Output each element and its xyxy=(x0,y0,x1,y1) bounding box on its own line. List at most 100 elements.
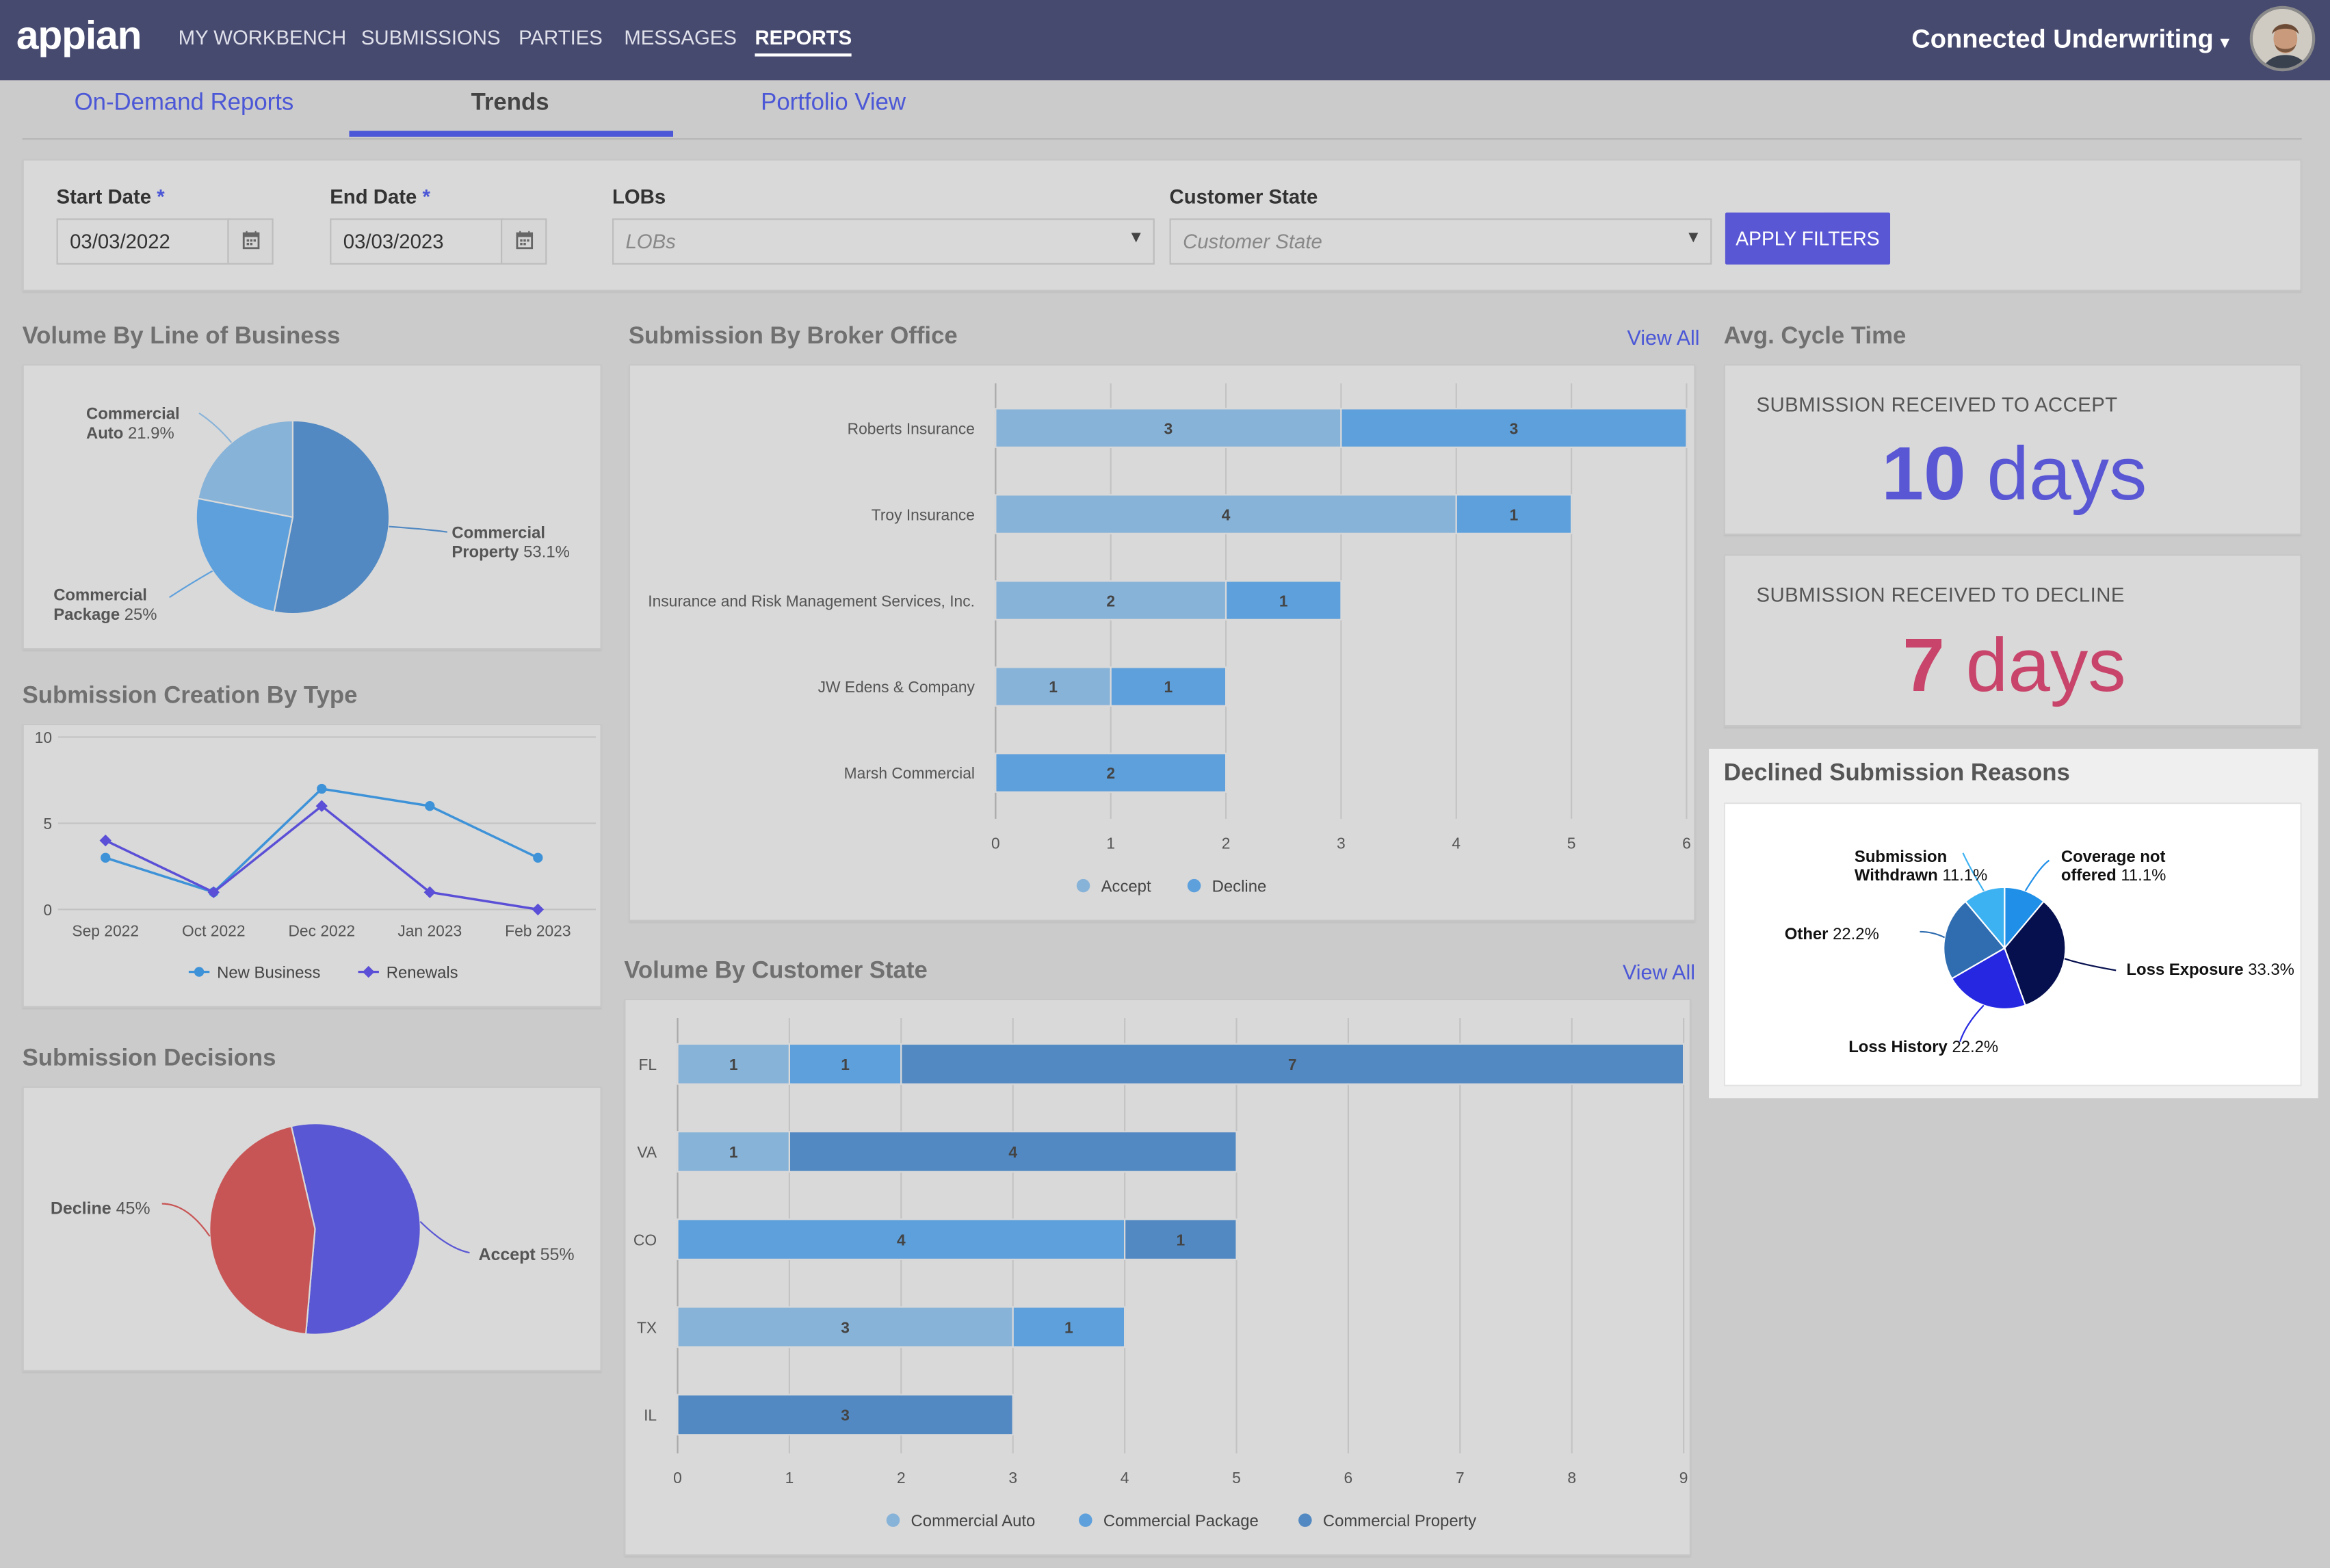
end-date-input[interactable]: 03/03/2023 xyxy=(330,218,504,265)
x-tick-label: 0 xyxy=(991,834,1000,852)
data-point xyxy=(425,801,435,811)
submission-creation-title: Submission Creation By Type xyxy=(22,683,358,709)
start-date-picker-button[interactable] xyxy=(227,218,274,265)
decline-days-number: 7 xyxy=(1902,623,1945,707)
bar-value-label: 1 xyxy=(1279,592,1288,610)
x-tick-label: 2 xyxy=(897,1469,906,1487)
category-label: FL xyxy=(639,1056,657,1073)
accept-days-unit: days xyxy=(1987,430,2147,516)
bar-value-label: 4 xyxy=(1008,1143,1017,1161)
pie-leader-line xyxy=(419,1220,470,1254)
category-label: IL xyxy=(644,1407,657,1424)
tab-portfolio-view[interactable]: Portfolio View xyxy=(761,91,906,118)
customer-state-label: Customer State xyxy=(1169,185,1318,209)
data-point xyxy=(317,783,327,794)
legend-marker xyxy=(194,967,205,977)
declined-reasons-card: Coverage not offered 11.1% Loss Exposure 3… xyxy=(1723,802,2302,1086)
pie-leader-line xyxy=(389,525,447,533)
legend-label: Decline xyxy=(1212,877,1267,896)
bar-value-label: 1 xyxy=(1176,1231,1185,1249)
bar-value-label: 7 xyxy=(1288,1056,1297,1073)
pie-leader-line xyxy=(169,570,213,599)
x-tick-label: 5 xyxy=(1567,834,1576,852)
volume-by-lob-pie-chart: Commercial Property 53.1% Commercial Packag… xyxy=(53,405,570,624)
nav-messages[interactable]: MESSAGES xyxy=(624,27,737,49)
bar-value-label: 1 xyxy=(729,1056,738,1073)
chevron-down-icon: ▼ xyxy=(1685,228,1702,247)
calendar-icon xyxy=(516,231,534,250)
customer-state-bar-chart: 0 1 2 3 4 5 6 7 8 9 FL 1 1 7 VA 1 4 CO 4 1 TX 3 1 IL 3 Commercial… xyxy=(633,1017,1688,1530)
decline-cycle-card: SUBMISSION RECEIVED TO DECLINE 7 days xyxy=(1723,554,2303,727)
customer-state-card: 0 1 2 3 4 5 6 7 8 9 FL 1 1 7 VA 1 4 CO 4 1 TX 3 1 IL 3 Commercial… xyxy=(624,998,1691,1556)
pie-leader-line xyxy=(1920,930,1946,939)
nav-parties[interactable]: PARTIES xyxy=(519,27,603,49)
bar-value-label: 3 xyxy=(1510,419,1519,437)
pie-label-other: Other 22.2% xyxy=(1785,925,1879,943)
lobs-placeholder: LOBs xyxy=(625,230,676,253)
legend-marker xyxy=(1079,1513,1092,1527)
x-tick-label: 1 xyxy=(1106,834,1115,852)
x-tick-label: Feb 2023 xyxy=(505,922,571,939)
customer-state-placeholder: Customer State xyxy=(1183,230,1322,253)
state-view-all-link[interactable]: View All xyxy=(1623,960,1695,984)
legend-label: Renewals xyxy=(387,963,458,982)
pie-leader-line xyxy=(2064,958,2117,971)
category-label: Troy Insurance xyxy=(872,506,975,523)
start-date-input[interactable]: 03/03/2022 xyxy=(56,218,231,265)
decline-cycle-value: 7 days xyxy=(1725,621,2303,709)
pie-label-commercial-package: Commercial Package 25% xyxy=(53,586,157,624)
active-tab-indicator xyxy=(349,131,674,137)
accept-days-number: 10 xyxy=(1881,430,1966,516)
category-label: Roberts Insurance xyxy=(848,419,975,437)
category-label: TX xyxy=(637,1318,657,1336)
user-avatar[interactable] xyxy=(2249,5,2316,72)
nav-reports[interactable]: REPORTS xyxy=(755,27,852,57)
x-tick-label: 5 xyxy=(1232,1469,1241,1487)
pie-label-loss-history: Loss History 22.2% xyxy=(1848,1038,1998,1056)
data-point xyxy=(99,834,112,847)
pie-label-accept: Accept 55% xyxy=(478,1245,574,1264)
chevron-down-icon: ▼ xyxy=(1127,228,1144,247)
customer-state-dropdown[interactable]: Customer State ▼ xyxy=(1169,218,1712,265)
apply-filters-button[interactable]: APPLY FILTERS xyxy=(1725,212,1891,265)
x-tick-label: Oct 2022 xyxy=(182,922,246,939)
nav-my-workbench[interactable]: MY WORKBENCH xyxy=(179,27,346,49)
pie-leader-line xyxy=(198,412,233,443)
customer-state-title: Volume By Customer State xyxy=(624,958,928,984)
lobs-dropdown[interactable]: LOBs ▼ xyxy=(612,218,1155,265)
bar-value-label: 1 xyxy=(1049,678,1058,696)
x-tick-label: 6 xyxy=(1344,1469,1353,1487)
nav-submissions[interactable]: SUBMISSIONS xyxy=(361,27,501,49)
pie-slice-decline xyxy=(209,1125,316,1335)
x-tick-label: 9 xyxy=(1679,1469,1688,1487)
tab-on-demand-reports[interactable]: On-Demand Reports xyxy=(75,91,294,118)
pie-leader-line xyxy=(2024,859,2050,891)
app-switcher[interactable]: Connected Underwriting ▾ xyxy=(1911,24,2229,55)
end-date-picker-button[interactable] xyxy=(501,218,547,265)
category-label: Marsh Commercial xyxy=(844,764,975,782)
lobs-label: LOBs xyxy=(612,185,666,209)
bar-value-label: 3 xyxy=(841,1318,850,1336)
end-date-label: End Date * xyxy=(330,185,430,209)
bar-value-label: 1 xyxy=(1510,506,1519,523)
legend-label: Commercial Property xyxy=(1323,1512,1476,1530)
tab-trends[interactable]: Trends xyxy=(471,91,549,118)
submission-creation-card: 0 5 10 Sep 2022 Oct 2022 Dec 2022 Jan 2023 Feb … xyxy=(22,723,602,1008)
pie-label-loss-exposure: Loss Exposure 33.3% xyxy=(2126,961,2294,979)
pie-label-commercial-auto: Commercial Auto 21.9% xyxy=(86,405,180,443)
pie-label-decline: Decline 45% xyxy=(51,1199,150,1218)
broker-view-all-link[interactable]: View All xyxy=(1627,326,1700,350)
legend-label: Commercial Package xyxy=(1103,1512,1259,1530)
x-tick-label: 0 xyxy=(673,1469,682,1487)
bar-value-label: 3 xyxy=(1164,419,1173,437)
x-tick-label: 4 xyxy=(1452,834,1461,852)
app-name: Connected Underwriting xyxy=(1911,23,2214,54)
pie-leader-line xyxy=(1959,1004,1985,1043)
category-label: Insurance and Risk Management Services, … xyxy=(648,592,975,610)
decline-cycle-label: SUBMISSION RECEIVED TO DECLINE xyxy=(1756,584,2125,607)
appian-logo[interactable]: appian xyxy=(16,14,142,60)
x-tick-label: 3 xyxy=(1008,1469,1017,1487)
y-tick-label: 5 xyxy=(43,815,52,833)
avg-cycle-time-title: Avg. Cycle Time xyxy=(1723,324,1907,350)
x-tick-label: 6 xyxy=(1682,834,1691,852)
